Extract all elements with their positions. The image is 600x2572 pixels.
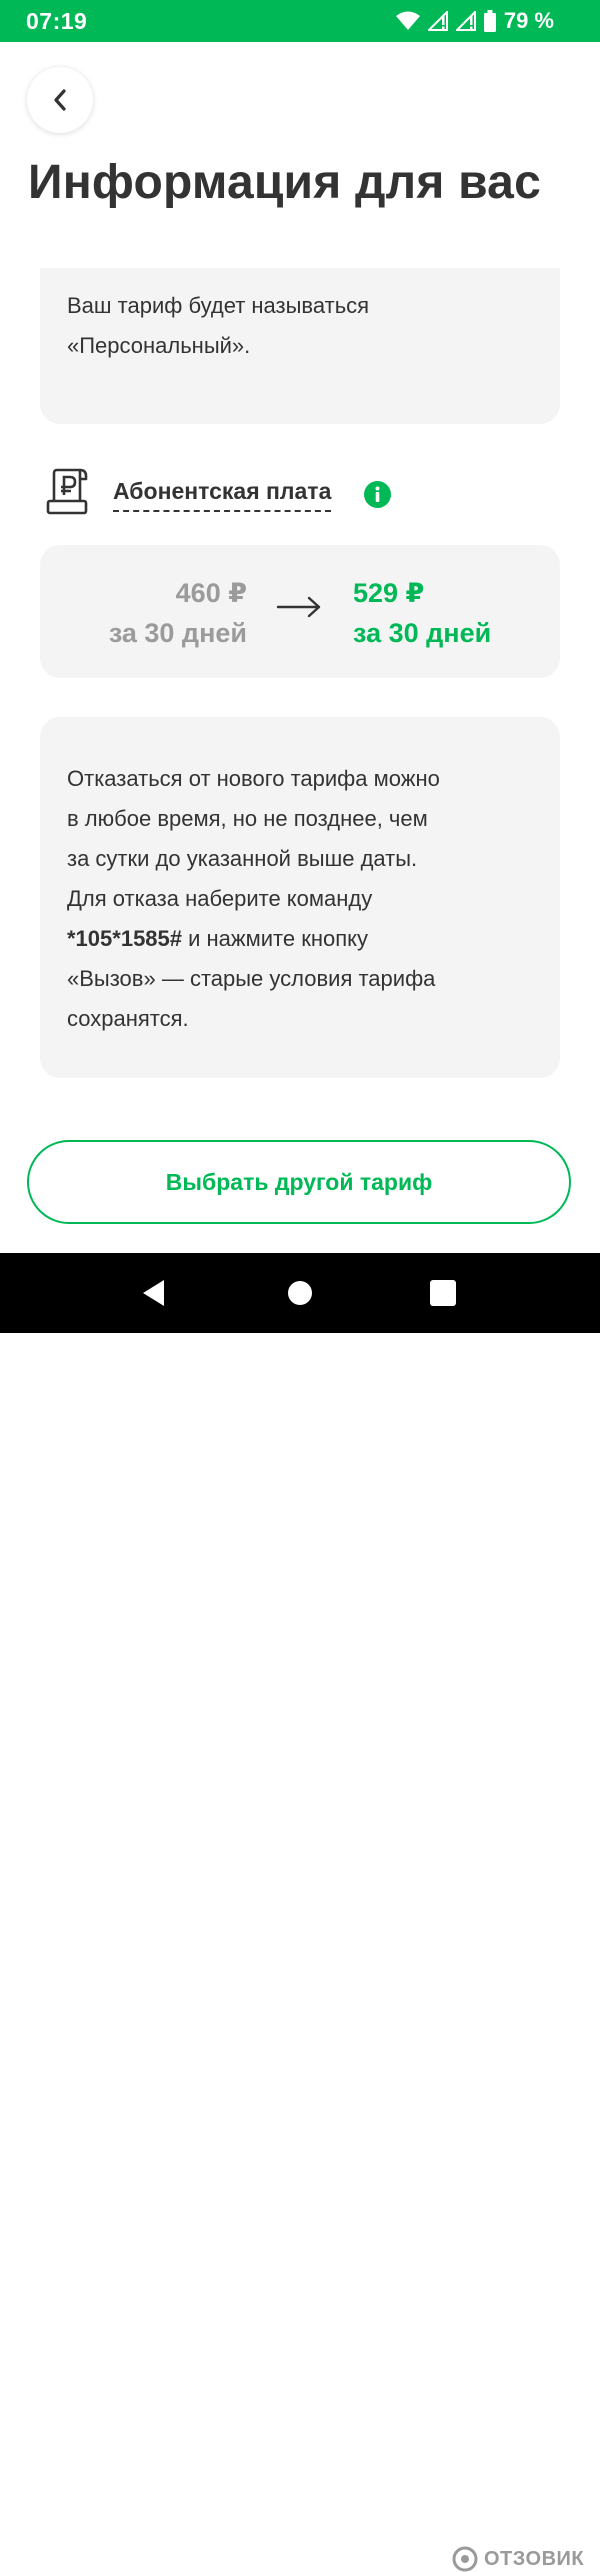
old-price-amount: 460 ₽ bbox=[175, 578, 247, 608]
choose-other-tariff-button[interactable]: Выбрать другой тариф bbox=[27, 1140, 571, 1224]
info-line: «Вызов» — старые условия тарифа bbox=[67, 966, 436, 991]
subscription-fee-row: Абонентская плата bbox=[46, 467, 426, 521]
chevron-left-icon bbox=[54, 89, 66, 111]
watermark-text: ОТЗОВИК bbox=[484, 2547, 585, 2570]
tariff-name-text: Ваш тариф будет называться «Персональный… bbox=[67, 286, 537, 366]
page-title: Информация для вас bbox=[28, 156, 541, 209]
cancellation-info-card: Отказаться от нового тарифа можно в любо… bbox=[40, 717, 560, 1078]
status-bar: 07:19 79 % bbox=[0, 0, 600, 42]
info-line: *105*1585# и нажмите кнопку bbox=[67, 919, 547, 959]
new-price: 529 ₽ за 30 дней bbox=[353, 573, 491, 653]
status-icons bbox=[396, 8, 496, 34]
signal-icon bbox=[456, 11, 476, 31]
new-price-period: за 30 дней bbox=[353, 618, 492, 648]
watermark: ОТЗОВИК bbox=[452, 2546, 584, 2572]
ussd-code: *105*1585# bbox=[67, 926, 183, 951]
price-change-card: 460 ₽ за 30 дней 529 ₽ за 30 дней bbox=[40, 545, 560, 678]
status-time: 07:19 bbox=[26, 8, 88, 34]
back-button[interactable] bbox=[27, 67, 93, 133]
wifi-icon bbox=[396, 11, 420, 30]
battery-percentage: 79 % bbox=[503, 8, 554, 33]
nav-recents-icon[interactable] bbox=[430, 1280, 456, 1306]
new-price-amount: 529 ₽ bbox=[353, 578, 425, 608]
info-line: сохранятся. bbox=[67, 1006, 189, 1031]
info-line-rest: и нажмите кнопку bbox=[182, 926, 369, 951]
receipt-ruble-icon bbox=[46, 468, 88, 515]
tariff-name-card: Ваш тариф будет называться «Персональный… bbox=[40, 268, 560, 424]
otzovik-logo-icon bbox=[452, 2546, 478, 2572]
nav-back-icon[interactable] bbox=[142, 1279, 166, 1307]
info-line: за сутки до указанной выше даты. bbox=[67, 846, 418, 871]
info-line: в любое время, но не позднее, чем bbox=[67, 806, 428, 831]
battery-icon bbox=[484, 10, 496, 32]
tariff-name-line: «Персональный». bbox=[67, 333, 251, 358]
nav-home-icon[interactable] bbox=[288, 1281, 312, 1305]
system-navigation-bar: ОТЗОВИК bbox=[0, 1253, 600, 2572]
old-price: 460 ₽ за 30 дней bbox=[109, 573, 247, 653]
subscription-fee-link[interactable]: Абонентская плата bbox=[113, 478, 332, 512]
old-price-period: за 30 дней bbox=[108, 618, 247, 648]
info-line: Для отказа наберите команду bbox=[67, 886, 373, 911]
cancellation-info-text: Отказаться от нового тарифа можно в любо… bbox=[67, 759, 547, 1039]
info-line: Отказаться от нового тарифа можно bbox=[67, 766, 440, 791]
info-icon[interactable] bbox=[364, 481, 391, 508]
signal-icon bbox=[428, 11, 448, 31]
tariff-name-line: Ваш тариф будет называться bbox=[67, 293, 370, 318]
arrow-right-icon bbox=[276, 596, 321, 618]
